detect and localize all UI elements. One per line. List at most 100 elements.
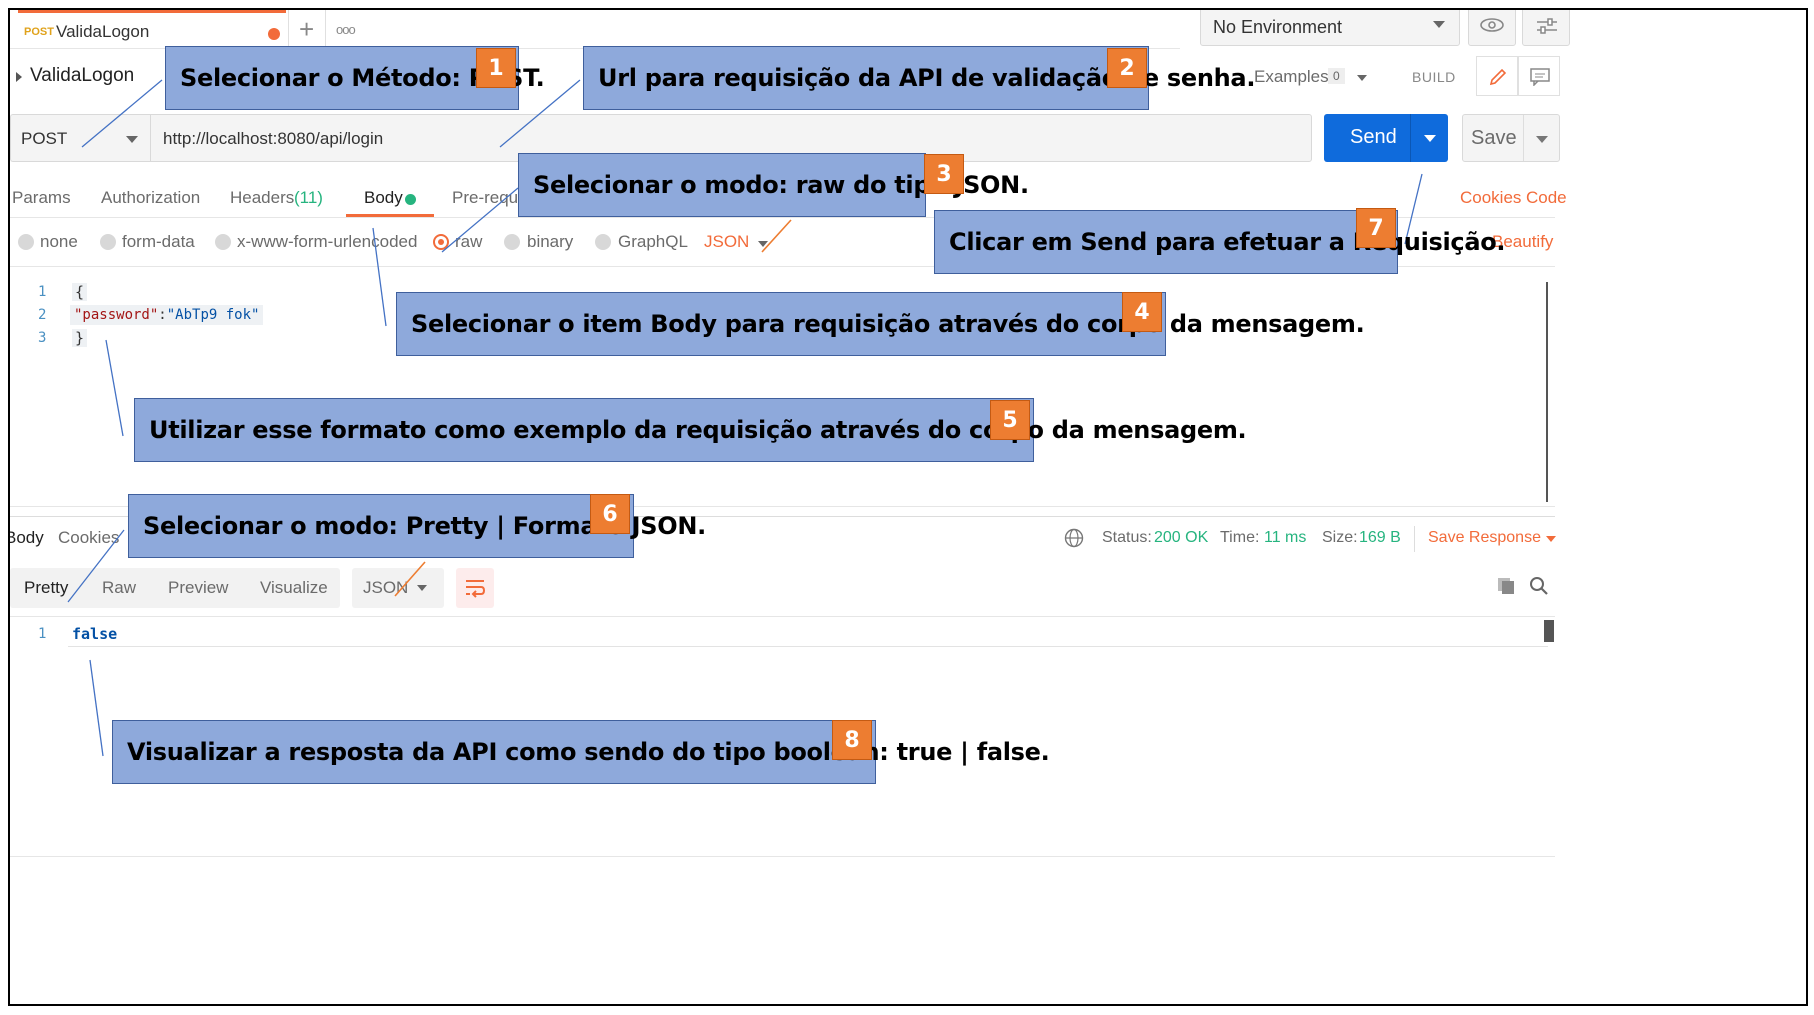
- examples-label[interactable]: Examples: [1254, 67, 1329, 87]
- callout-text: Utilizar esse formato como exemplo da re…: [149, 416, 1247, 444]
- callout-7: Clicar em Send para efetuar a Requisição…: [934, 210, 1506, 274]
- code-link[interactable]: Code: [1526, 188, 1567, 208]
- eye-icon: [1480, 18, 1504, 32]
- mode-none-label[interactable]: none: [40, 232, 78, 252]
- radio-x-www-form-urlencoded[interactable]: [215, 234, 231, 250]
- time-value: 11 ms: [1264, 529, 1307, 546]
- copy-icon[interactable]: [1496, 576, 1516, 596]
- callout-4: Selecionar o item Body para requisição a…: [396, 292, 1365, 356]
- globe-icon[interactable]: [1064, 528, 1084, 548]
- radio-none[interactable]: [18, 234, 34, 250]
- chevron-down-icon: [417, 585, 427, 591]
- comments-button[interactable]: [1518, 56, 1560, 96]
- send-button[interactable]: Send: [1324, 114, 1448, 162]
- response-format-label: JSON: [363, 578, 409, 597]
- active-tab-indicator: [18, 10, 286, 13]
- url-text: http://localhost:8080/api/login: [163, 129, 384, 148]
- response-tab-body[interactable]: Body: [10, 528, 44, 548]
- expand-arrow-icon[interactable]: [16, 72, 22, 82]
- unsaved-dot-icon: [268, 28, 280, 40]
- status-label: Status:: [1102, 529, 1152, 546]
- json-value: "AbTp9 fok": [166, 307, 260, 323]
- radio-graphql[interactable]: [595, 234, 611, 250]
- wrap-icon: [466, 580, 486, 598]
- wrap-lines-button[interactable]: [456, 568, 494, 608]
- json-close-brace: }: [72, 329, 88, 347]
- pencil-icon: [1489, 68, 1507, 86]
- request-tab[interactable]: POST ValidaLogon: [18, 10, 286, 48]
- callout-number: 6: [590, 494, 630, 534]
- method-select[interactable]: POST: [10, 114, 150, 162]
- view-preview[interactable]: Preview: [168, 578, 228, 598]
- callout-number: 2: [1107, 48, 1147, 88]
- request-tab-title: ValidaLogon: [56, 22, 150, 41]
- response-view-modes: Pretty Raw Preview Visualize: [10, 568, 340, 608]
- save-options-chevron-icon[interactable]: [1536, 136, 1548, 143]
- more-tabs-button[interactable]: ooo: [328, 10, 366, 48]
- callout-5: Utilizar esse formato como exemplo da re…: [134, 398, 1247, 462]
- response-tab-cookies[interactable]: Cookies: [58, 528, 119, 548]
- mode-form-data-label[interactable]: form-data: [122, 232, 195, 252]
- send-options-chevron-icon[interactable]: [1424, 135, 1436, 142]
- new-tab-button[interactable]: +: [288, 10, 326, 48]
- environment-quick-look-button[interactable]: [1468, 10, 1516, 46]
- mode-graphql-label[interactable]: GraphQL: [618, 232, 688, 252]
- response-value: false: [72, 625, 118, 643]
- comment-icon: [1530, 68, 1550, 86]
- mode-urlencoded-label[interactable]: x-www-form-urlencoded: [237, 232, 417, 252]
- response-scrollbar[interactable]: [1544, 620, 1554, 642]
- size-value: 169 B: [1359, 529, 1401, 546]
- save-response-chevron-icon[interactable]: [1546, 536, 1556, 542]
- method-badge: POST: [24, 26, 54, 38]
- search-icon[interactable]: [1529, 576, 1549, 596]
- line-number: 1: [38, 626, 47, 642]
- callout-6: Selecionar o modo: Pretty | Formato JSON…: [128, 494, 706, 558]
- callout-2: Url para requisição da API de validação …: [583, 46, 1255, 110]
- response-format-select[interactable]: JSON: [352, 568, 444, 608]
- environment-select[interactable]: No Environment: [1200, 10, 1460, 46]
- time-label: Time:: [1220, 529, 1260, 546]
- radio-binary[interactable]: [504, 234, 520, 250]
- line-number: 2: [38, 307, 47, 323]
- save-button[interactable]: Save: [1462, 114, 1560, 162]
- callout-number: 4: [1122, 292, 1162, 332]
- build-mode-button[interactable]: [1476, 56, 1518, 96]
- request-name[interactable]: ValidaLogon: [30, 65, 134, 87]
- callout-text: Clicar em Send para efetuar a Requisição…: [949, 228, 1506, 256]
- json-line-password: "password":"AbTp9 fok": [70, 305, 264, 325]
- headers-count: (11): [294, 188, 323, 207]
- mode-raw-label[interactable]: raw: [455, 232, 482, 252]
- manage-environments-button[interactable]: [1522, 10, 1570, 46]
- cookies-link[interactable]: Cookies: [1460, 188, 1521, 208]
- send-divider: [1410, 114, 1411, 162]
- status-value: 200 OK: [1154, 529, 1209, 546]
- radio-form-data[interactable]: [100, 234, 116, 250]
- sliders-icon: [1537, 18, 1557, 34]
- line-number: 1: [38, 284, 47, 300]
- callout-number: 1: [476, 48, 516, 88]
- json-open-brace: {: [72, 283, 88, 301]
- radio-raw[interactable]: [433, 234, 449, 250]
- size-label: Size:: [1322, 529, 1358, 546]
- chevron-down-icon: [1433, 21, 1445, 28]
- save-response-button[interactable]: Save Response: [1428, 529, 1541, 547]
- build-label[interactable]: BUILD: [1412, 69, 1456, 85]
- view-raw[interactable]: Raw: [102, 578, 136, 598]
- callout-text: Url para requisição da API de validação …: [598, 64, 1256, 92]
- tab-body[interactable]: Body: [364, 188, 403, 208]
- chevron-down-icon: [126, 136, 138, 143]
- format-chevron-icon[interactable]: [758, 241, 768, 247]
- callout-number: 5: [990, 400, 1030, 440]
- body-format-select[interactable]: JSON: [704, 232, 749, 252]
- save-label: Save: [1471, 127, 1517, 149]
- mode-binary-label[interactable]: binary: [527, 232, 573, 252]
- view-visualize[interactable]: Visualize: [260, 578, 328, 598]
- view-pretty[interactable]: Pretty: [24, 578, 68, 598]
- editor-scrollbar[interactable]: [1546, 282, 1548, 502]
- more-icon: ooo: [336, 22, 356, 37]
- examples-chevron-icon[interactable]: [1357, 75, 1367, 81]
- tab-params[interactable]: Params: [12, 188, 71, 208]
- tab-headers[interactable]: Headers: [230, 188, 294, 208]
- tab-authorization[interactable]: Authorization: [101, 188, 200, 208]
- tab-pre-request[interactable]: Pre-reque: [452, 188, 528, 208]
